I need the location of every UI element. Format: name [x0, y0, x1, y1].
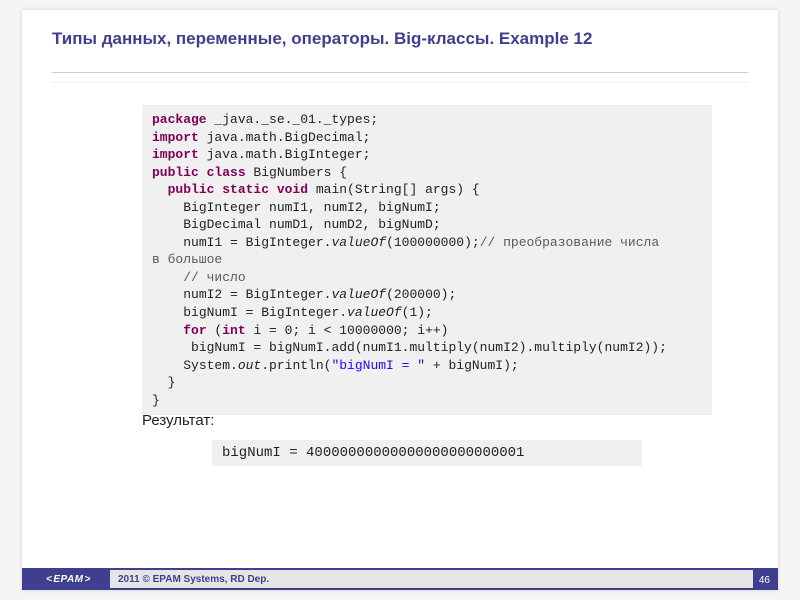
code-text: System.: [152, 358, 238, 373]
divider: [52, 72, 748, 73]
keyword: package: [152, 112, 207, 127]
epam-logo: EPAM: [40, 570, 97, 588]
code-string: "bigNumI = ": [331, 358, 425, 373]
keyword: import: [152, 147, 199, 162]
code-text: java.math.BigInteger;: [199, 147, 371, 162]
footer-bar: EPAM 2011 © EPAM Systems, RD Dep. 46: [22, 568, 778, 590]
keyword: public class: [152, 165, 246, 180]
code-text: + bigNumI);: [425, 358, 519, 373]
code-text: (100000000);: [386, 235, 480, 250]
code-text: (200000);: [386, 287, 456, 302]
slide: Типы данных, переменные, операторы. Big-…: [22, 10, 778, 590]
slide-title: Типы данных, переменные, операторы. Big-…: [52, 28, 748, 51]
code-text: .println(: [261, 358, 331, 373]
code-field: out: [238, 358, 261, 373]
code-block: package _java._se._01._types; import jav…: [142, 105, 712, 415]
code-text: BigDecimal numD1, numD2, bigNumD;: [152, 217, 441, 232]
code-text: java.math.BigDecimal;: [199, 130, 371, 145]
code-comment: // число: [183, 270, 245, 285]
code-method: valueOf: [331, 235, 386, 250]
page-number: 46: [759, 575, 770, 586]
keyword: for: [183, 323, 206, 338]
footer-text: 2011 © EPAM Systems, RD Dep.: [110, 570, 753, 588]
code-text: }: [152, 375, 175, 390]
code-method: valueOf: [331, 287, 386, 302]
code-text: (: [207, 323, 223, 338]
code-text: [152, 270, 183, 285]
code-text: bigNumI = BigInteger.: [152, 305, 347, 320]
code-text: main(String[] args) {: [308, 182, 480, 197]
result-label: Результат:: [142, 412, 214, 429]
code-text: _java._se._01._types;: [207, 112, 379, 127]
keyword: int: [222, 323, 245, 338]
code-text: [152, 323, 183, 338]
code-comment: в большое: [152, 252, 222, 267]
keyword: import: [152, 130, 199, 145]
code-text: (1);: [402, 305, 433, 320]
code-text: BigNumbers {: [246, 165, 347, 180]
code-text: }: [152, 393, 160, 408]
keyword: public static void: [168, 182, 308, 197]
code-text: bigNumI = bigNumI.add(numI1.multiply(num…: [152, 340, 667, 355]
code-text: [152, 182, 168, 197]
code-text: i = 0; i < 10000000; i++): [246, 323, 449, 338]
divider: [52, 82, 748, 83]
code-text: BigInteger numI1, numI2, bigNumI;: [152, 200, 441, 215]
code-comment: // преобразование числа: [480, 235, 659, 250]
code-text: numI1 = BigInteger.: [152, 235, 331, 250]
code-text: numI2 = BigInteger.: [152, 287, 331, 302]
code-method: valueOf: [347, 305, 402, 320]
result-output: bigNumI = 40000000000000000000000001: [212, 440, 642, 466]
